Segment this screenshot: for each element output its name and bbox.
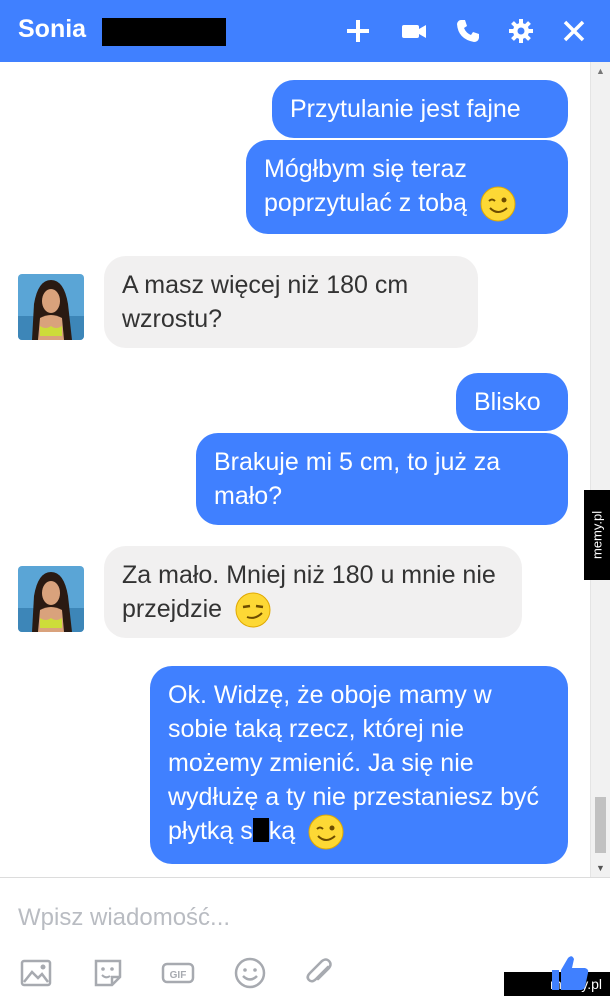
video-camera-icon[interactable] [398,15,430,47]
message-text: Mógłbym się teraz poprzytulać z tobą [264,155,467,217]
emoji-icon[interactable] [230,953,270,993]
image-icon[interactable] [16,953,56,993]
redaction-mark [252,818,269,842]
gif-icon[interactable]: GIF [158,953,198,993]
plus-icon[interactable] [342,15,374,47]
redacted-surname-box [102,18,226,46]
gear-icon[interactable] [505,15,537,47]
scroll-up-icon[interactable]: ▲ [596,66,605,76]
phone-icon[interactable] [452,15,484,47]
message-text: Przytulanie jest fajne [290,95,521,123]
message-text: Brakuje mi 5 cm, to już za mało? [214,448,501,510]
wink-emoji-icon [308,814,344,850]
message-incoming: A masz więcej niż 180 cm wzrostu? [104,256,478,348]
message-list[interactable]: Przytulanie jest fajne Mógłbym się teraz… [0,62,590,877]
side-watermark: memy.pl [584,490,610,580]
message-outgoing: Ok. Widzę, że oboje mamy w sobie taką rz… [150,666,568,864]
chat-header: Sonia [0,0,610,62]
contact-avatar[interactable] [18,566,84,632]
message-text: Blisko [474,388,541,416]
wink-emoji-icon [480,186,516,222]
contact-avatar[interactable] [18,274,84,340]
message-outgoing: Blisko [456,373,568,431]
scroll-down-icon[interactable]: ▼ [596,863,605,873]
message-incoming: Za mało. Mniej niż 180 u mnie nie przejd… [104,546,522,638]
message-outgoing: Mógłbym się teraz poprzytulać z tobą [246,140,568,234]
contact-name[interactable]: Sonia [18,15,86,44]
message-text-end: ką [268,817,296,845]
scrollbar-thumb[interactable] [595,797,606,853]
paperclip-icon[interactable] [300,953,340,993]
close-icon[interactable] [558,15,590,47]
message-input[interactable] [16,900,520,936]
message-text: Ok. Widzę, że oboje mamy w sobie taką rz… [168,681,540,845]
chat-scrollbar[interactable]: ▲ ▼ [590,62,610,877]
sticker-icon[interactable] [88,953,128,993]
thumbs-up-icon[interactable] [548,952,592,992]
message-outgoing: Przytulanie jest fajne [272,80,568,138]
message-text: Za mało. Mniej niż 180 u mnie nie przejd… [122,561,496,623]
message-outgoing: Brakuje mi 5 cm, to już za mało? [196,433,568,525]
svg-text:GIF: GIF [170,970,187,981]
smirk-emoji-icon [235,592,271,628]
message-text: A masz więcej niż 180 cm wzrostu? [122,271,409,333]
